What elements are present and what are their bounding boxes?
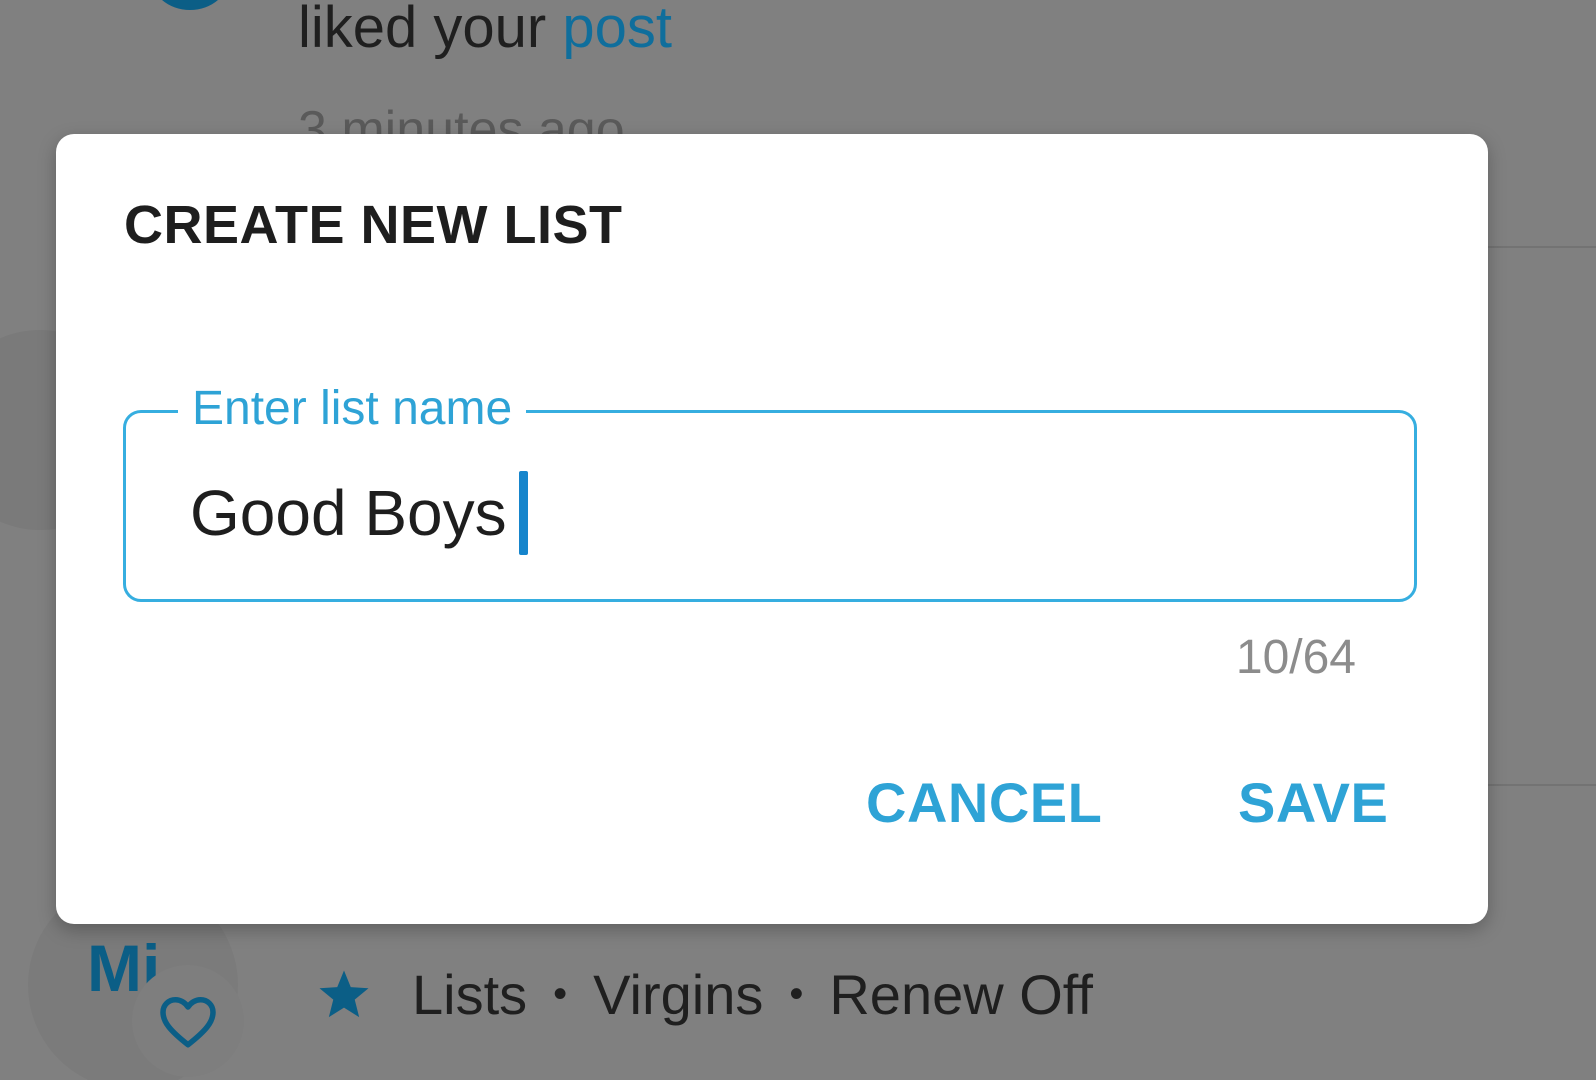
meta-list-name[interactable]: Virgins (593, 962, 763, 1027)
meta-lists[interactable]: Lists (412, 962, 527, 1027)
separator-dot: • (789, 972, 804, 1016)
notification-text: liked your post (298, 0, 672, 61)
notification-avatar (150, 0, 230, 10)
list-divider (1486, 246, 1596, 248)
notification-post-link[interactable]: post (562, 0, 672, 60)
save-button[interactable]: SAVE (1238, 770, 1388, 835)
screen: liked your post 3 minutes ago Mi Lists •… (0, 0, 1596, 1080)
list-divider (1486, 784, 1596, 786)
list-name-input[interactable]: Enter list name Good Boys (123, 381, 1417, 602)
dialog-title: CREATE NEW LIST (124, 195, 623, 255)
meta-renew-status: Renew Off (829, 963, 1093, 1026)
list-name-text[interactable]: Good Boys (190, 476, 507, 550)
cancel-button[interactable]: CANCEL (866, 770, 1102, 835)
text-cursor (518, 471, 528, 555)
notification-action: liked your (298, 0, 547, 60)
favorite-button[interactable] (132, 965, 244, 1077)
heart-icon (160, 997, 216, 1048)
character-counter: 10/64 (1235, 631, 1356, 684)
list-name-label: Enter list name (178, 381, 527, 436)
separator-dot: • (553, 972, 568, 1016)
list-name-value[interactable]: Good Boys (190, 471, 528, 555)
create-list-dialog: CREATE NEW LIST Enter list name Good Boy… (56, 134, 1488, 924)
star-icon (316, 968, 372, 1022)
user-meta-row: Lists • Virgins • Renew Off (316, 962, 1093, 1027)
